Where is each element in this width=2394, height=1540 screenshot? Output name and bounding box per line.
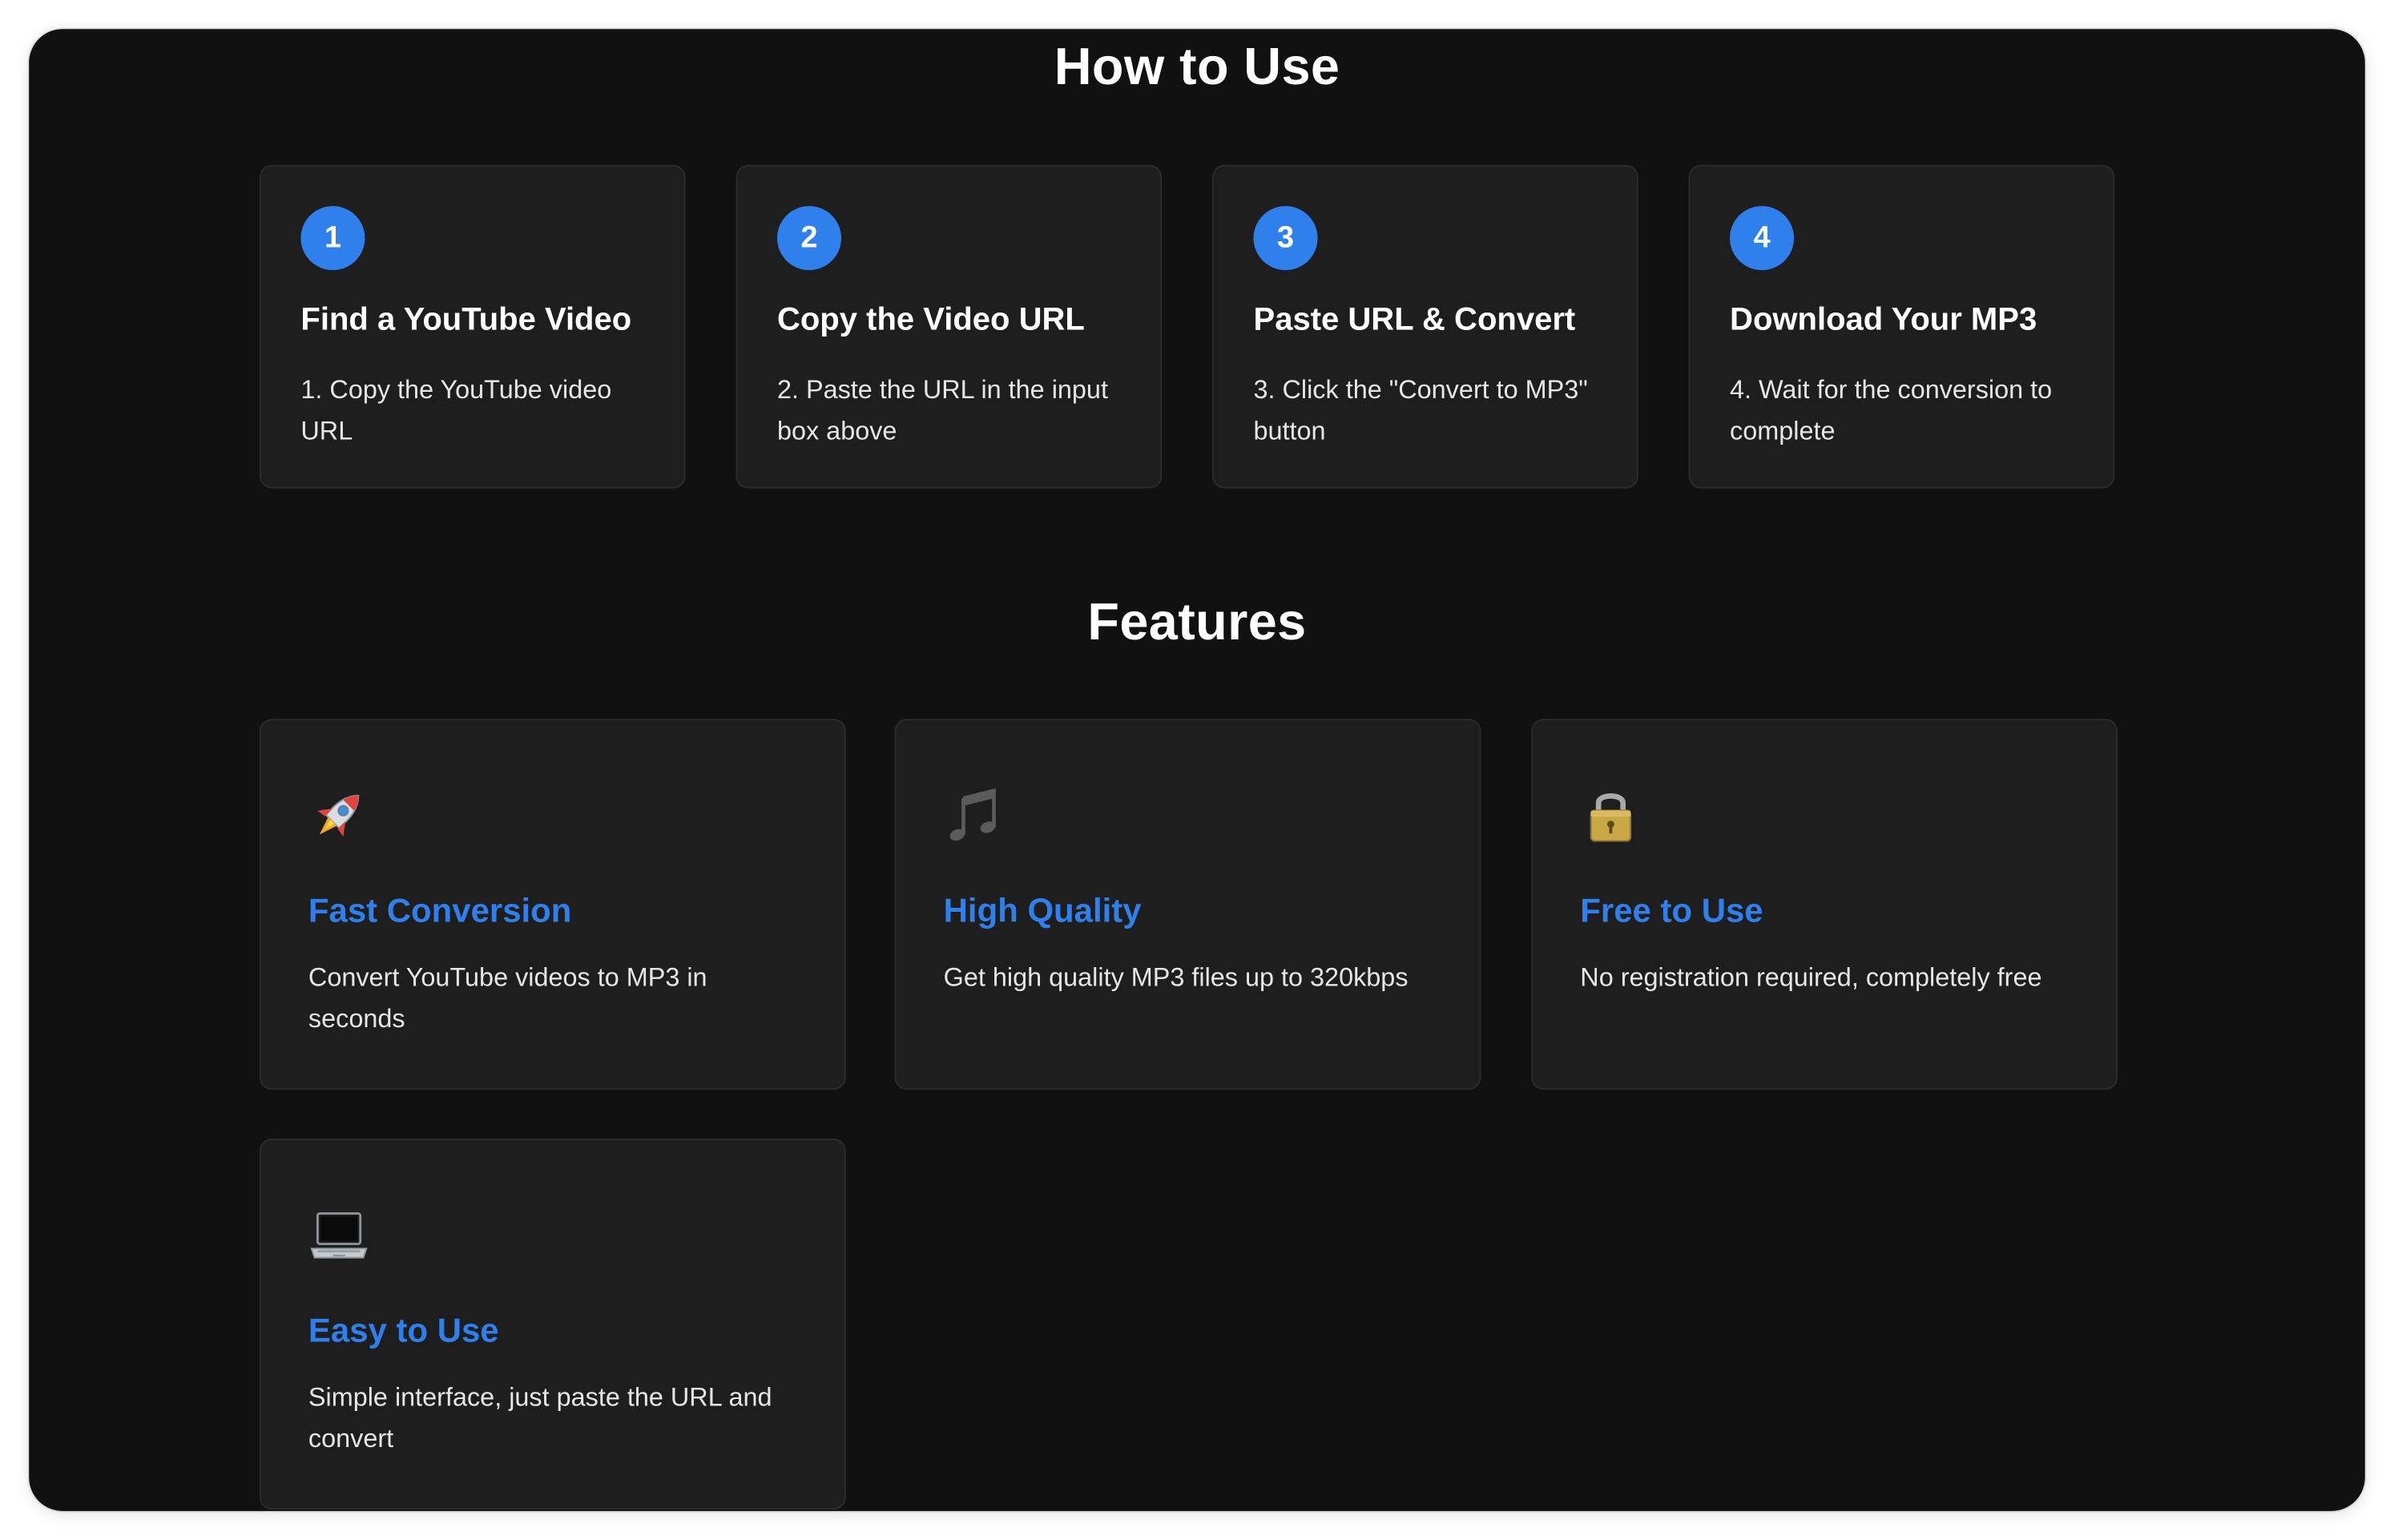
- step-description: 1. Copy the YouTube video URL: [300, 375, 612, 446]
- music-note-icon: [949, 788, 996, 841]
- step-card-4: 4 Download Your MP3 4. Wait for the conv…: [1688, 164, 2115, 489]
- feature-description: Get high quality MP3 files up to 320kbps: [943, 962, 1409, 993]
- step-description: 3. Click the "Convert to MP3" button: [1253, 375, 1588, 446]
- feature-title: Fast Conversion: [308, 891, 572, 930]
- features-heading: Features: [1087, 594, 1307, 652]
- step-number-badge: 3: [1253, 206, 1318, 271]
- feature-title: High Quality: [943, 891, 1142, 930]
- app-window: How to Use 1 Find a YouTube Video 1. Cop…: [29, 29, 2365, 1511]
- step-title: Find a YouTube Video: [300, 302, 632, 337]
- viewport: How to Use 1 Find a YouTube Video 1. Cop…: [0, 0, 2394, 1540]
- step-number-badge: 1: [300, 206, 365, 271]
- step-title: Copy the Video URL: [776, 302, 1085, 337]
- feature-card-high-quality: High Quality Get high quality MP3 files …: [894, 719, 1481, 1090]
- step-number-badge: 4: [1730, 206, 1795, 271]
- step-description: 2. Paste the URL in the input box above: [776, 375, 1108, 446]
- step-description: 4. Wait for the conversion to complete: [1730, 375, 2053, 446]
- feature-description: Simple interface, just paste the URL and…: [308, 1382, 772, 1453]
- feature-title: Free to Use: [1580, 891, 1763, 930]
- step-title: Download Your MP3: [1730, 302, 2037, 337]
- step-card-1: 1 Find a YouTube Video 1. Copy the YouTu…: [259, 164, 686, 489]
- step-card-3: 3 Paste URL & Convert 3. Click the "Conv…: [1212, 164, 1638, 489]
- feature-card-easy-to-use: Easy to Use Simple interface, just paste…: [259, 1139, 846, 1510]
- lock-icon: [1590, 793, 1632, 842]
- step-number-badge: 2: [776, 206, 841, 271]
- feature-description: Convert YouTube videos to MP3 in seconds: [308, 962, 707, 1034]
- feature-card-free-to-use: Free to Use No registration required, co…: [1531, 719, 2118, 1090]
- step-title: Paste URL & Convert: [1253, 302, 1576, 337]
- feature-card-fast-conversion: Fast Conversion Convert YouTube videos t…: [259, 719, 846, 1090]
- feature-description: No registration required, completely fre…: [1580, 962, 2042, 993]
- how-to-use-heading: How to Use: [1054, 38, 1340, 97]
- rocket-icon: [317, 795, 360, 837]
- feature-title: Easy to Use: [308, 1311, 499, 1349]
- laptop-icon: [310, 1211, 368, 1259]
- step-card-2: 2 Copy the Video URL 2. Paste the URL in…: [736, 164, 1163, 489]
